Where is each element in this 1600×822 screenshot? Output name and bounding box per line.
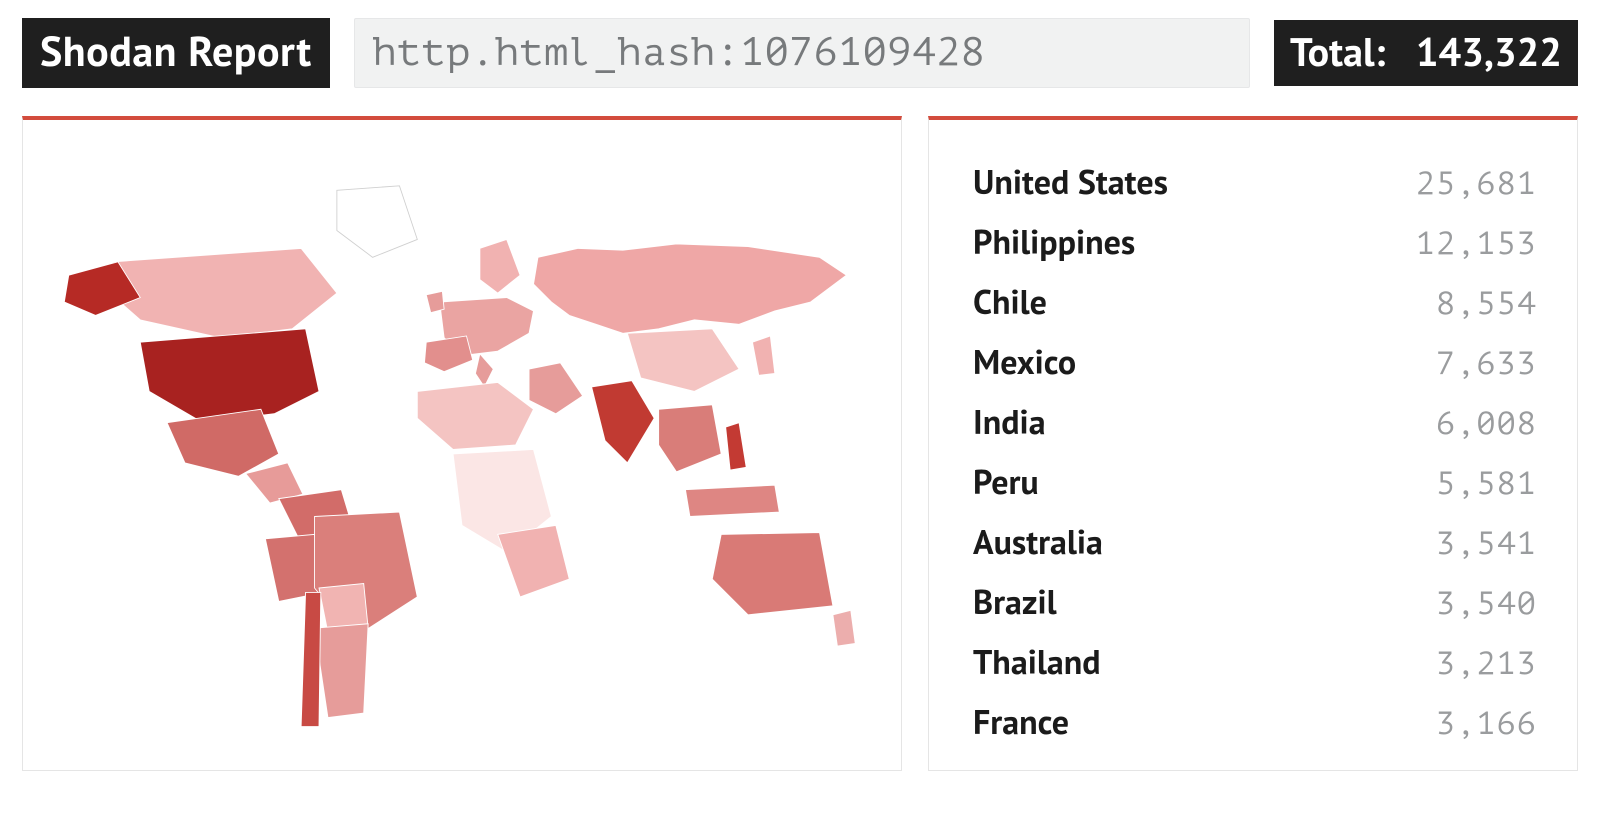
map-country-chile[interactable] [301,592,321,726]
country-row[interactable]: Philippines 12,153 [973,220,1537,264]
country-name: Peru [973,460,1039,504]
map-country-se-asia[interactable] [659,405,722,472]
map-country-philippines[interactable] [726,423,747,470]
country-row[interactable]: India 6,008 [973,400,1537,444]
country-name: Chile [973,280,1047,324]
header-bar: Shodan Report Total: 143,322 [22,18,1578,88]
map-country-south-africa[interactable] [498,525,570,597]
country-name: Brazil [973,580,1057,624]
map-country-uk[interactable] [426,291,444,312]
country-row[interactable]: United States 25,681 [973,160,1537,204]
map-country-middle-east[interactable] [529,363,583,414]
map-country-canada[interactable] [105,248,337,337]
country-name: France [973,700,1069,744]
country-row[interactable]: Australia 3,541 [973,520,1537,564]
country-value: 3,166 [1436,706,1537,742]
country-value: 3,540 [1436,586,1537,622]
country-name: Mexico [973,340,1076,384]
country-value: 25,681 [1416,166,1537,202]
map-country-argentina[interactable] [315,624,369,718]
map-country-australia[interactable] [712,533,833,615]
map-country-italy[interactable] [475,354,493,387]
country-name: Australia [973,520,1103,564]
country-value: 3,213 [1436,646,1537,682]
map-country-north-africa[interactable] [417,382,533,449]
map-country-usa[interactable] [140,329,319,423]
world-map-panel [22,116,902,771]
country-row[interactable]: Thailand 3,213 [973,640,1537,684]
country-name: Philippines [973,220,1135,264]
map-country-spain-france[interactable] [424,336,472,372]
country-value: 6,008 [1436,406,1537,442]
country-value: 8,554 [1436,286,1537,322]
country-row[interactable]: Peru 5,581 [973,460,1537,504]
country-row[interactable]: France 3,166 [973,700,1537,744]
country-value: 7,633 [1436,346,1537,382]
map-country-new-zealand[interactable] [833,610,855,646]
map-country-mexico[interactable] [167,409,279,476]
total-label: Total: [1290,26,1385,78]
map-country-scandinavia[interactable] [480,239,520,293]
world-choropleth-map[interactable] [33,128,891,762]
map-country-japan[interactable] [752,336,774,375]
total-badge: Total: 143,322 [1274,20,1578,86]
map-country-india[interactable] [592,381,655,463]
country-name: India [973,400,1046,444]
country-stats-panel: United States 25,681 Philippines 12,153 Chil… [928,116,1578,771]
country-name: United States [973,160,1168,204]
country-value: 12,153 [1416,226,1537,262]
country-list: United States 25,681 Philippines 12,153 Chil… [973,160,1537,744]
country-row[interactable]: Brazil 3,540 [973,580,1537,624]
map-country-russia[interactable] [534,244,847,333]
country-value: 3,541 [1436,526,1537,562]
country-row[interactable]: Chile 8,554 [973,280,1537,324]
total-value: 143,322 [1416,26,1562,78]
country-name: Thailand [973,640,1101,684]
map-country-indonesia[interactable] [685,485,779,516]
search-input[interactable] [371,30,1233,76]
map-country-china[interactable] [627,329,739,392]
report-title-badge: Shodan Report [22,18,330,88]
country-row[interactable]: Mexico 7,633 [973,340,1537,384]
map-country-greenland[interactable] [337,186,417,258]
country-value: 5,581 [1436,466,1537,502]
report-title-text: Shodan Report [40,23,312,78]
search-query-box[interactable] [354,18,1250,88]
